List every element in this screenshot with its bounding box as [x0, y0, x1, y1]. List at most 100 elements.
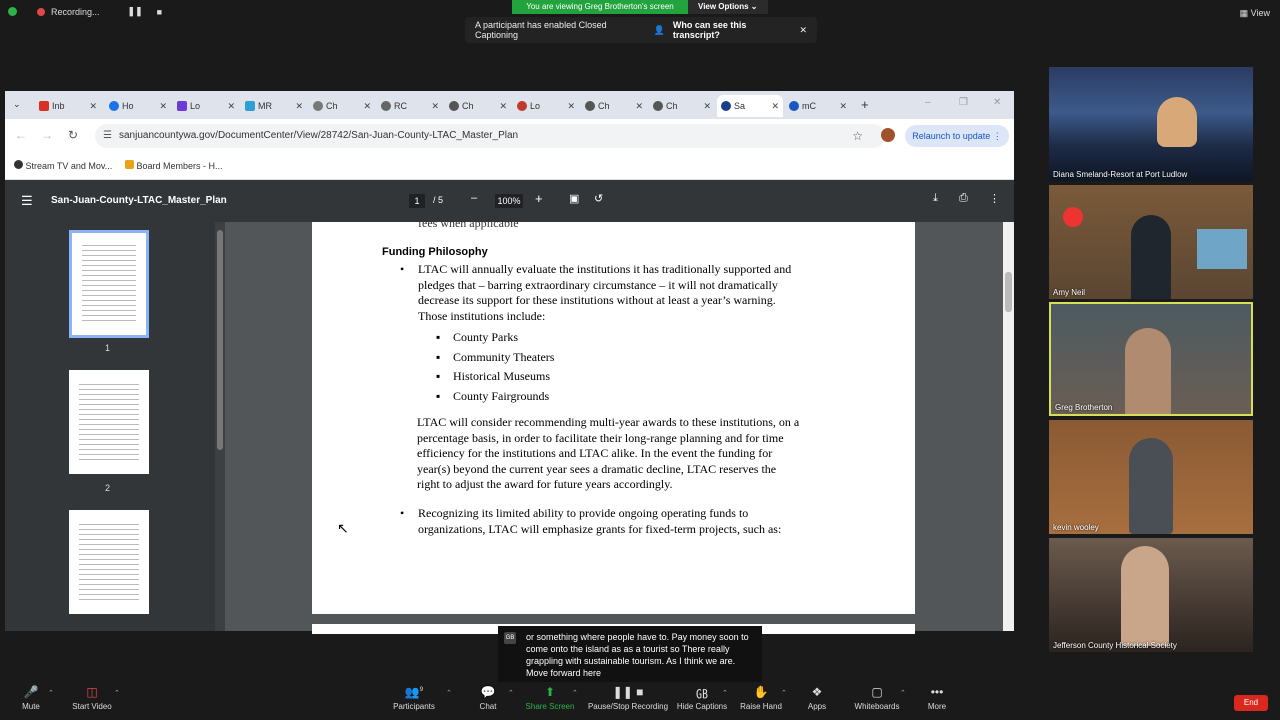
tab-list-icon[interactable]: ⌄: [13, 99, 21, 110]
download-icon[interactable]: ⤓: [933, 192, 938, 205]
page-number-input[interactable]: 1: [409, 194, 425, 208]
tab-label: Inb: [52, 101, 65, 111]
relaunch-label: Relaunch to update: [912, 131, 991, 141]
view-options-button[interactable]: View Options ⌄: [688, 0, 768, 14]
tab-12[interactable]: mC ✕: [785, 95, 851, 117]
tab-label: Lo: [530, 101, 541, 111]
zoom-out-icon[interactable]: –: [471, 192, 477, 204]
tab-gmail[interactable]: Inb ✕: [35, 95, 101, 117]
chevron-up-icon[interactable]: ⌃: [48, 689, 54, 697]
minimize-icon[interactable]: –: [925, 97, 931, 108]
close-icon[interactable]: ✕: [839, 101, 847, 112]
close-icon[interactable]: ✕: [567, 101, 575, 112]
whiteboards-label: Whiteboards: [854, 702, 900, 711]
pause-recording-icon[interactable]: ❚❚: [128, 6, 143, 17]
participant-tile-active-speaker[interactable]: Greg Brotherton: [1049, 302, 1253, 416]
shield-icon: [789, 101, 799, 111]
close-icon[interactable]: ✕: [89, 101, 97, 112]
print-icon[interactable]: ⎙: [959, 192, 968, 205]
reload-icon[interactable]: ↻: [68, 128, 78, 142]
chevron-up-icon[interactable]: ⌃: [114, 689, 120, 697]
tab-4[interactable]: MR ✕: [241, 95, 307, 117]
page-thumbnail[interactable]: [69, 230, 149, 338]
tab-active-san-juan[interactable]: Sa ✕: [717, 95, 783, 117]
menu-icon[interactable]: ☰: [21, 193, 33, 209]
forward-icon[interactable]: →: [41, 128, 53, 142]
participant-tile[interactable]: Amy Neil: [1049, 185, 1253, 299]
county-icon: [721, 101, 731, 111]
close-icon[interactable]: ✕: [227, 101, 235, 112]
participants-button[interactable]: 👥9 Participants: [379, 685, 449, 711]
tab-6[interactable]: RC ✕: [377, 95, 443, 117]
page-scrollbar[interactable]: [1003, 222, 1014, 631]
globe-icon: [381, 101, 391, 111]
chevron-up-icon[interactable]: ⌃: [446, 689, 452, 697]
participant-tile[interactable]: kevin wooley: [1049, 420, 1253, 534]
chevron-up-icon[interactable]: ⌃: [508, 689, 514, 697]
close-icon[interactable]: ✕: [159, 101, 167, 112]
site-icon: [245, 101, 255, 111]
participant-video: [1125, 328, 1171, 414]
close-icon[interactable]: ✕: [799, 25, 807, 36]
tab-7[interactable]: Ch ✕: [445, 95, 511, 117]
bookmark-stream[interactable]: Stream TV and Mov...: [14, 160, 112, 171]
page-thumbnail[interactable]: [69, 370, 149, 474]
more-options-icon[interactable]: ⋮: [989, 192, 1000, 205]
new-tab-icon[interactable]: +: [861, 97, 869, 112]
tab-8[interactable]: Lo ✕: [513, 95, 579, 117]
close-icon[interactable]: ✕: [635, 101, 643, 112]
restore-icon[interactable]: ❐: [959, 97, 968, 108]
close-icon[interactable]: ✕: [499, 101, 507, 112]
site-icon: [14, 160, 23, 169]
scrollbar-thumb[interactable]: [217, 230, 223, 450]
text-line: LTAC will consider recommending multi-ye…: [417, 415, 800, 429]
bookmark-star-icon[interactable]: ☆: [852, 124, 863, 148]
rotate-icon[interactable]: ↺: [594, 192, 603, 205]
sidebar-scrollbar[interactable]: [215, 222, 225, 631]
pdf-title: San-Juan-County-LTAC_Master_Plan: [51, 195, 227, 206]
close-icon[interactable]: ✕: [771, 101, 779, 112]
fit-page-icon[interactable]: ▣: [569, 192, 579, 205]
tab-9[interactable]: Ch ✕: [581, 95, 647, 117]
site-info-icon[interactable]: ☰: [103, 124, 112, 148]
paragraph: LTAC will consider recommending multi-ye…: [417, 415, 799, 493]
tab-2[interactable]: Ho ✕: [105, 95, 171, 117]
page-thumbnail[interactable]: [69, 510, 149, 614]
more-button[interactable]: ••• More: [902, 685, 972, 711]
chevron-up-icon[interactable]: ⌃: [572, 689, 578, 697]
close-icon[interactable]: ✕: [363, 101, 371, 112]
tab-3[interactable]: Lo ✕: [173, 95, 239, 117]
tab-label: Ho: [122, 101, 134, 111]
url-field[interactable]: ☰ sanjuancountywa.gov/DocumentCenter/Vie…: [95, 124, 885, 148]
zoom-level-input[interactable]: 100%: [495, 194, 523, 208]
stop-recording-icon[interactable]: ■: [157, 7, 162, 17]
participant-tile[interactable]: Diana Smeland-Resort at Port Ludlow: [1049, 67, 1253, 181]
scrollbar-thumb[interactable]: [1005, 272, 1012, 312]
pause-stop-recording-button[interactable]: ❚❚ ■ Pause/Stop Recording: [587, 685, 669, 711]
thumbnail-lines: [82, 241, 136, 321]
close-icon[interactable]: ✕: [431, 101, 439, 112]
tab-label: Lo: [190, 101, 201, 111]
back-icon[interactable]: ←: [15, 128, 27, 142]
list-item: Community Theaters: [453, 349, 555, 364]
view-button[interactable]: ▦ View: [1240, 8, 1270, 19]
close-icon[interactable]: ✕: [295, 101, 303, 112]
window-close-icon[interactable]: ✕: [993, 97, 1001, 108]
end-button[interactable]: End: [1234, 695, 1268, 711]
transcript-link[interactable]: Who can see this transcript?: [673, 20, 792, 40]
participant-tile[interactable]: Jefferson County Historical Society: [1049, 538, 1253, 652]
pause-recording-label: Pause/Stop Recording: [587, 702, 669, 711]
text-line: organizations, LTAC will emphasize grant…: [418, 521, 782, 536]
tab-5[interactable]: Ch ✕: [309, 95, 375, 117]
bullet-icon: •: [400, 506, 405, 520]
participant-video: [1121, 546, 1169, 646]
globe-icon: [109, 101, 119, 111]
participant-name: Greg Brotherton: [1055, 403, 1113, 412]
bookmark-board-members[interactable]: Board Members - H...: [125, 160, 223, 171]
profile-avatar[interactable]: [881, 128, 895, 142]
tab-10[interactable]: Ch ✕: [649, 95, 715, 117]
relaunch-button[interactable]: Relaunch to update ⋮: [905, 125, 1009, 147]
cc-notification: A participant has enabled Closed Caption…: [465, 17, 817, 43]
close-icon[interactable]: ✕: [703, 101, 711, 112]
zoom-in-icon[interactable]: +: [535, 191, 543, 206]
